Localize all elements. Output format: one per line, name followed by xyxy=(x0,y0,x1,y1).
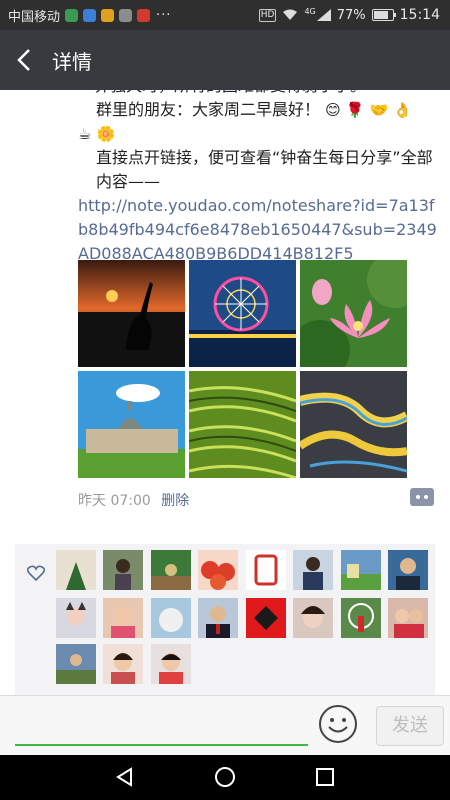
link-intro-text: 直接点开链接，便可查看“钟奋生每日分享”全部内容—— xyxy=(96,148,433,191)
clock: 15:14 xyxy=(399,7,440,23)
liker-avatar[interactable] xyxy=(103,644,143,684)
heart-icon xyxy=(27,565,45,581)
nav-recents-icon[interactable] xyxy=(313,765,337,789)
likes-panel xyxy=(15,544,435,695)
liker-avatar[interactable] xyxy=(56,644,96,684)
nav-home-icon[interactable] xyxy=(213,765,237,789)
liker-avatar[interactable] xyxy=(56,550,96,590)
lotus-flower-photo[interactable] xyxy=(300,260,407,367)
sunset-heron-photo[interactable] xyxy=(78,260,185,367)
system-nav-bar xyxy=(0,755,450,800)
liker-avatar[interactable] xyxy=(341,550,381,590)
emoji-button-icon[interactable] xyxy=(318,704,358,744)
battery-icon xyxy=(371,9,396,21)
liker-avatar[interactable] xyxy=(198,598,238,638)
post-detail: 一界强大时，所有的困难都变得弱小了。 群里的朋友：大家周二早晨好！ 😊 🌹 🤝 … xyxy=(0,90,450,695)
liker-avatar[interactable] xyxy=(56,598,96,638)
liker-avatar[interactable] xyxy=(388,550,428,590)
river-delta-photo[interactable] xyxy=(300,371,407,478)
liker-avatar[interactable] xyxy=(198,550,238,590)
post-time: 昨天 07:00 xyxy=(78,493,151,509)
post-line-cutoff: 一界强大时，所有的困难都变得弱小了。 xyxy=(78,90,438,98)
ok-hand-emoji-icon: 👌 xyxy=(393,101,413,119)
status-bar: 中国移动 ··· HD 4G 77% 15:14 xyxy=(0,0,450,30)
more-notifications-icon: ··· xyxy=(156,7,172,23)
notification-app-icon xyxy=(101,8,115,22)
back-arrow-icon[interactable] xyxy=(14,48,36,72)
liker-avatar[interactable] xyxy=(293,550,333,590)
liker-avatar[interactable] xyxy=(151,644,191,684)
signal-icon xyxy=(316,9,331,21)
send-button[interactable]: 发送 xyxy=(376,706,444,746)
page-title: 详情 xyxy=(52,50,92,74)
liker-avatar[interactable] xyxy=(293,598,333,638)
comment-input[interactable] xyxy=(15,744,308,746)
liker-avatar[interactable] xyxy=(103,598,143,638)
notification-app-icon xyxy=(119,8,133,22)
greeting-text: 群里的朋友：大家周二早晨好！ xyxy=(96,100,321,119)
rose-emoji-icon: 🌹 xyxy=(345,101,365,119)
shared-link[interactable]: http://note.youdao.com/noteshare?id=7a13… xyxy=(78,194,438,266)
nav-back-icon[interactable] xyxy=(113,765,137,789)
liker-avatar[interactable] xyxy=(151,598,191,638)
handshake-emoji-icon: 🤝 xyxy=(369,101,389,119)
liker-avatar[interactable] xyxy=(388,598,428,638)
notification-app-icon xyxy=(65,8,79,22)
delete-button[interactable]: 删除 xyxy=(161,493,189,509)
liker-avatar[interactable] xyxy=(103,550,143,590)
coffee-emoji-icon: ☕ xyxy=(78,125,92,143)
liker-avatar[interactable] xyxy=(151,550,191,590)
comment-input-bar: 发送 xyxy=(0,695,450,756)
wifi-icon xyxy=(283,9,298,20)
liker-avatar[interactable] xyxy=(246,598,286,638)
liker-avatar[interactable] xyxy=(246,550,286,590)
hd-call-icon: HD xyxy=(258,8,277,22)
rice-terraces-photo[interactable] xyxy=(189,371,296,478)
carrier-name: 中国移动 xyxy=(8,9,61,25)
comment-more-icon[interactable] xyxy=(410,488,434,506)
liker-avatar[interactable] xyxy=(341,598,381,638)
post-meta: 昨天 07:00 删除 xyxy=(78,490,189,510)
title-bar: 详情 xyxy=(0,30,450,90)
network-type: 4G xyxy=(304,7,316,16)
post-text: 一界强大时，所有的困难都变得弱小了。 群里的朋友：大家周二早晨好！ 😊 🌹 🤝 … xyxy=(78,90,438,266)
smile-emoji-icon: 😊 xyxy=(325,101,341,119)
ferris-wheel-photo[interactable] xyxy=(189,260,296,367)
battery-percent: 77% xyxy=(336,7,366,23)
palace-photo[interactable] xyxy=(78,371,185,478)
flower-emoji-icon: 🌼 xyxy=(96,125,116,143)
notification-app-icon xyxy=(137,8,151,22)
notification-app-icon xyxy=(83,8,97,22)
